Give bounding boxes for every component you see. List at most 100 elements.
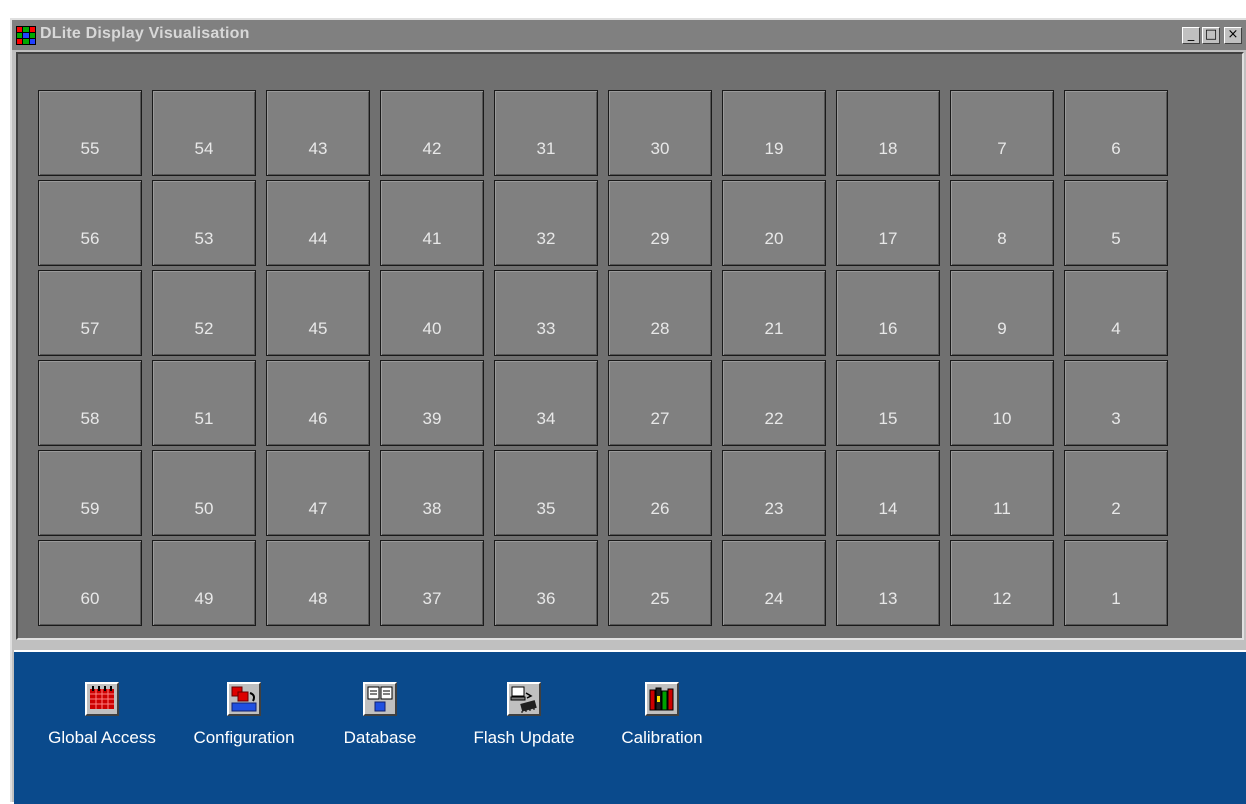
toolbar: Global Access Configuration Database Fla… bbox=[14, 650, 1246, 804]
display-tile[interactable]: 22 bbox=[722, 360, 826, 446]
tile-number: 53 bbox=[194, 229, 214, 248]
display-tile[interactable]: 52 bbox=[152, 270, 256, 356]
display-tile[interactable]: 3 bbox=[1064, 360, 1168, 446]
minimize-button[interactable]: _ bbox=[1182, 27, 1200, 44]
display-tile[interactable]: 60 bbox=[38, 540, 142, 626]
display-tile[interactable]: 14 bbox=[836, 450, 940, 536]
window-title: DLite Display Visualisation bbox=[40, 25, 250, 42]
display-tile[interactable]: 44 bbox=[266, 180, 370, 266]
display-tile[interactable]: 43 bbox=[266, 90, 370, 176]
tile-number: 16 bbox=[878, 319, 898, 338]
tile-number: 54 bbox=[194, 139, 214, 158]
display-tile[interactable]: 55 bbox=[38, 90, 142, 176]
tile-number: 4 bbox=[1111, 319, 1121, 338]
display-tile[interactable]: 2 bbox=[1064, 450, 1168, 536]
display-tile[interactable]: 12 bbox=[950, 540, 1054, 626]
tile-number: 45 bbox=[308, 319, 328, 338]
display-tile[interactable]: 50 bbox=[152, 450, 256, 536]
display-tile[interactable]: 7 bbox=[950, 90, 1054, 176]
tile-number: 21 bbox=[764, 319, 784, 338]
display-tile[interactable]: 39 bbox=[380, 360, 484, 446]
display-tile[interactable]: 41 bbox=[380, 180, 484, 266]
display-tile[interactable]: 16 bbox=[836, 270, 940, 356]
display-tile[interactable]: 51 bbox=[152, 360, 256, 446]
database-icon bbox=[363, 682, 397, 716]
display-tile[interactable]: 48 bbox=[266, 540, 370, 626]
tile-number: 39 bbox=[422, 409, 442, 428]
display-tile[interactable]: 28 bbox=[608, 270, 712, 356]
display-tile[interactable]: 40 bbox=[380, 270, 484, 356]
display-tile[interactable]: 32 bbox=[494, 180, 598, 266]
display-tile[interactable]: 24 bbox=[722, 540, 826, 626]
display-tile[interactable]: 10 bbox=[950, 360, 1054, 446]
display-tile[interactable]: 47 bbox=[266, 450, 370, 536]
tile-number: 47 bbox=[308, 499, 328, 518]
display-tile[interactable]: 56 bbox=[38, 180, 142, 266]
tile-number: 19 bbox=[764, 139, 784, 158]
tile-number: 48 bbox=[308, 589, 328, 608]
title-bar[interactable]: DLite Display Visualisation _ □ × bbox=[12, 20, 1246, 50]
display-tile[interactable]: 49 bbox=[152, 540, 256, 626]
display-tile[interactable]: 25 bbox=[608, 540, 712, 626]
display-tile[interactable]: 29 bbox=[608, 180, 712, 266]
close-button[interactable]: × bbox=[1224, 27, 1242, 44]
tile-number: 58 bbox=[80, 409, 100, 428]
display-tile[interactable]: 15 bbox=[836, 360, 940, 446]
database-button[interactable]: Database bbox=[332, 682, 428, 748]
display-tile[interactable]: 34 bbox=[494, 360, 598, 446]
display-tile[interactable]: 26 bbox=[608, 450, 712, 536]
tile-number: 38 bbox=[422, 499, 442, 518]
tile-number: 50 bbox=[194, 499, 214, 518]
display-panel: 55 54 43 42 31 30 19 18 7 6 56 53 44 41 32 29 20 17 8 5 57 52… bbox=[16, 52, 1244, 640]
display-tile[interactable]: 30 bbox=[608, 90, 712, 176]
tile-number: 26 bbox=[650, 499, 670, 518]
display-tile[interactable]: 31 bbox=[494, 90, 598, 176]
display-tile[interactable]: 42 bbox=[380, 90, 484, 176]
display-tile[interactable]: 11 bbox=[950, 450, 1054, 536]
display-tile[interactable]: 20 bbox=[722, 180, 826, 266]
tile-number: 37 bbox=[422, 589, 442, 608]
display-tile[interactable]: 33 bbox=[494, 270, 598, 356]
display-tile[interactable]: 19 bbox=[722, 90, 826, 176]
tile-number: 60 bbox=[80, 589, 100, 608]
display-tile[interactable]: 37 bbox=[380, 540, 484, 626]
display-tile[interactable]: 21 bbox=[722, 270, 826, 356]
display-tile[interactable]: 46 bbox=[266, 360, 370, 446]
display-tile[interactable]: 38 bbox=[380, 450, 484, 536]
tile-number: 6 bbox=[1111, 139, 1121, 158]
tile-number: 27 bbox=[650, 409, 670, 428]
flash-update-button[interactable]: Flash Update bbox=[462, 682, 586, 748]
tile-number: 9 bbox=[997, 319, 1007, 338]
display-tile[interactable]: 59 bbox=[38, 450, 142, 536]
configuration-button[interactable]: Configuration bbox=[184, 682, 304, 748]
display-tile[interactable]: 8 bbox=[950, 180, 1054, 266]
display-tile[interactable]: 5 bbox=[1064, 180, 1168, 266]
calibration-icon bbox=[645, 682, 679, 716]
display-tile[interactable]: 35 bbox=[494, 450, 598, 536]
tile-number: 43 bbox=[308, 139, 328, 158]
display-tile[interactable]: 53 bbox=[152, 180, 256, 266]
display-tile[interactable]: 54 bbox=[152, 90, 256, 176]
tool-label: Global Access bbox=[48, 728, 156, 747]
display-tile[interactable]: 17 bbox=[836, 180, 940, 266]
global-access-button[interactable]: Global Access bbox=[38, 682, 166, 748]
display-tile[interactable]: 6 bbox=[1064, 90, 1168, 176]
maximize-button[interactable]: □ bbox=[1202, 27, 1220, 44]
tile-number: 17 bbox=[878, 229, 898, 248]
display-tile[interactable]: 27 bbox=[608, 360, 712, 446]
display-tile[interactable]: 58 bbox=[38, 360, 142, 446]
display-tile[interactable]: 36 bbox=[494, 540, 598, 626]
display-tile[interactable]: 9 bbox=[950, 270, 1054, 356]
display-tile[interactable]: 13 bbox=[836, 540, 940, 626]
display-tile[interactable]: 23 bbox=[722, 450, 826, 536]
display-tile[interactable]: 1 bbox=[1064, 540, 1168, 626]
display-tile[interactable]: 45 bbox=[266, 270, 370, 356]
tile-number: 34 bbox=[536, 409, 556, 428]
display-tile[interactable]: 4 bbox=[1064, 270, 1168, 356]
display-tile[interactable]: 18 bbox=[836, 90, 940, 176]
tile-number: 51 bbox=[194, 409, 214, 428]
tile-number: 40 bbox=[422, 319, 442, 338]
display-tile[interactable]: 57 bbox=[38, 270, 142, 356]
calibration-button[interactable]: Calibration bbox=[612, 682, 712, 748]
tile-number: 29 bbox=[650, 229, 670, 248]
